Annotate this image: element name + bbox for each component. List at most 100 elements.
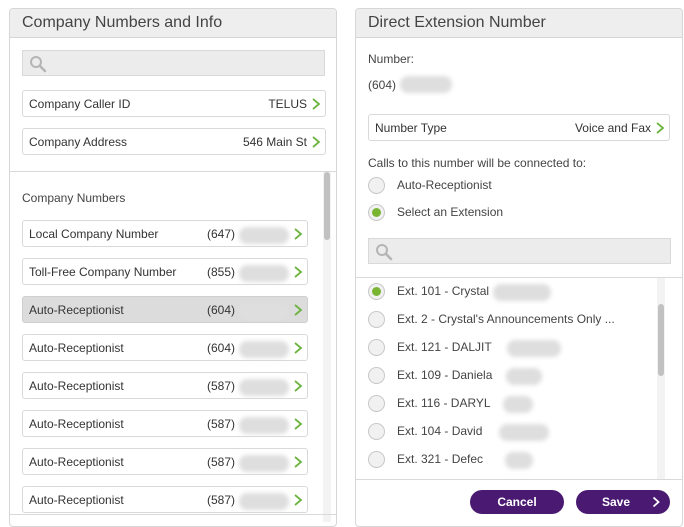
redacted-name xyxy=(506,368,542,385)
extension-search-input[interactable] xyxy=(368,238,671,264)
chevron-right-icon xyxy=(294,494,303,506)
company-caller-id-row[interactable]: Company Caller ID TELUS xyxy=(22,90,326,117)
company-number-row[interactable]: Auto-Receptionist (587) xyxy=(22,410,308,437)
extension-list-bottom-divider xyxy=(356,479,682,480)
company-number-label: Auto-Receptionist xyxy=(29,341,124,355)
company-number-row[interactable]: Local Company Number (647) xyxy=(22,220,308,247)
scrollbar-thumb[interactable] xyxy=(658,304,664,376)
company-number-prefix: (587) xyxy=(206,379,235,393)
number-type-label: Number Type xyxy=(375,121,447,135)
company-number-label: Local Company Number xyxy=(29,227,159,241)
redacted-name xyxy=(499,424,549,441)
company-number-row[interactable]: Auto-Receptionist (604) xyxy=(22,334,308,361)
company-number-prefix: (587) xyxy=(206,455,235,469)
extension-scrollbar[interactable] xyxy=(657,278,665,479)
extension-label: Ext. 101 - Crystal xyxy=(397,284,490,298)
scrollbar-thumb[interactable] xyxy=(324,172,330,240)
extension-row[interactable]: Ext. 116 - DARYL xyxy=(368,390,653,418)
search-icon xyxy=(376,244,393,261)
company-numbers-heading: Company Numbers xyxy=(22,191,126,205)
extension-row[interactable]: Ext. 321 - Defec xyxy=(368,446,653,474)
company-number-row[interactable]: Auto-Receptionist (587) xyxy=(22,372,308,399)
company-numbers-panel: Company Numbers and Info Company Caller … xyxy=(9,8,337,527)
chevron-right-icon xyxy=(652,496,660,508)
company-number-prefix: (587) xyxy=(206,493,235,507)
redacted-number xyxy=(239,417,289,434)
extension-label: Ext. 116 - DARYL xyxy=(397,396,491,410)
extension-label: Ext. 109 - Daniela xyxy=(397,368,493,382)
extension-row[interactable]: Ext. 101 - Crystal xyxy=(368,278,653,306)
search-icon xyxy=(30,56,47,73)
chevron-right-icon xyxy=(294,380,303,392)
company-number-row[interactable]: Toll-Free Company Number (855) xyxy=(22,258,308,285)
caller-id-value: TELUS xyxy=(268,97,307,111)
company-numbers-title: Company Numbers and Info xyxy=(10,9,336,38)
chevron-right-icon xyxy=(294,418,303,430)
extension-row[interactable]: Ext. 104 - David xyxy=(368,418,653,446)
extension-radio[interactable] xyxy=(368,423,385,440)
extension-radio[interactable] xyxy=(368,311,385,328)
auto-receptionist-radio[interactable] xyxy=(368,177,385,194)
extension-row[interactable]: Ext. 109 - Daniela xyxy=(368,362,653,390)
company-search-input[interactable] xyxy=(22,50,325,76)
company-number-label: Toll-Free Company Number xyxy=(29,265,177,279)
extension-radio[interactable] xyxy=(368,283,385,300)
company-number-label: Auto-Receptionist xyxy=(29,379,124,393)
extension-label: Ext. 2 - Crystal's Announcements Only ..… xyxy=(397,312,615,326)
extension-label: Ext. 104 - David xyxy=(397,424,483,438)
save-label: Save xyxy=(602,495,631,509)
number-label: Number: xyxy=(368,52,415,66)
bottom-divider xyxy=(10,514,336,515)
redacted-name xyxy=(493,284,551,301)
cancel-label: Cancel xyxy=(497,495,537,509)
connect-label: Calls to this number will be connected t… xyxy=(368,156,587,170)
address-value: 546 Main St xyxy=(242,135,307,149)
redacted-number xyxy=(239,227,289,244)
redacted-number xyxy=(239,265,289,282)
section-divider xyxy=(10,171,336,172)
redacted-number xyxy=(239,341,289,358)
company-number-row[interactable]: Auto-Receptionist (587) xyxy=(22,448,308,475)
direct-extension-panel: Direct Extension Number Number: (604) Nu… xyxy=(355,8,683,527)
save-button[interactable]: Save xyxy=(576,490,670,514)
extension-radio[interactable] xyxy=(368,339,385,356)
company-number-row[interactable]: Auto-Receptionist (587) xyxy=(22,486,308,513)
company-number-prefix: (604) xyxy=(206,341,235,355)
caller-id-label: Company Caller ID xyxy=(29,97,131,111)
chevron-right-icon xyxy=(312,136,321,148)
company-number-label: Auto-Receptionist xyxy=(29,493,124,507)
number-prefix: (604) xyxy=(368,78,397,92)
extension-radio[interactable] xyxy=(368,451,385,468)
chevron-right-icon xyxy=(294,342,303,354)
redacted-number xyxy=(239,303,289,320)
number-value: (604) xyxy=(368,78,396,92)
address-label: Company Address xyxy=(29,135,128,149)
redacted-number xyxy=(239,379,289,396)
number-type-value: Voice and Fax xyxy=(574,121,651,135)
chevron-right-icon xyxy=(294,456,303,468)
cancel-button[interactable]: Cancel xyxy=(470,490,564,514)
redacted-number xyxy=(239,455,289,472)
redacted-number xyxy=(400,76,452,93)
company-number-prefix: (855) xyxy=(206,265,235,279)
extension-row[interactable]: Ext. 121 - DALJIT xyxy=(368,334,653,362)
extension-row[interactable]: Ext. 2 - Crystal's Announcements Only ..… xyxy=(368,306,653,334)
redacted-name xyxy=(503,396,533,413)
company-number-prefix: (604) xyxy=(206,303,235,317)
chevron-right-icon xyxy=(656,122,665,134)
chevron-right-icon xyxy=(294,228,303,240)
direct-extension-title: Direct Extension Number xyxy=(356,9,682,38)
company-number-label: Auto-Receptionist xyxy=(29,417,124,431)
redacted-name xyxy=(505,452,533,469)
select-extension-radio[interactable] xyxy=(368,204,385,221)
company-number-row[interactable]: Auto-Receptionist (604) xyxy=(22,296,308,323)
extension-radio[interactable] xyxy=(368,367,385,384)
chevron-right-icon xyxy=(294,304,303,316)
extension-radio[interactable] xyxy=(368,395,385,412)
number-type-row[interactable]: Number Type Voice and Fax xyxy=(368,114,670,141)
company-number-label: Auto-Receptionist xyxy=(29,455,124,469)
chevron-right-icon xyxy=(294,266,303,278)
company-address-row[interactable]: Company Address 546 Main St xyxy=(22,128,326,155)
company-number-prefix: (587) xyxy=(206,417,235,431)
numbers-scrollbar[interactable] xyxy=(323,172,331,522)
